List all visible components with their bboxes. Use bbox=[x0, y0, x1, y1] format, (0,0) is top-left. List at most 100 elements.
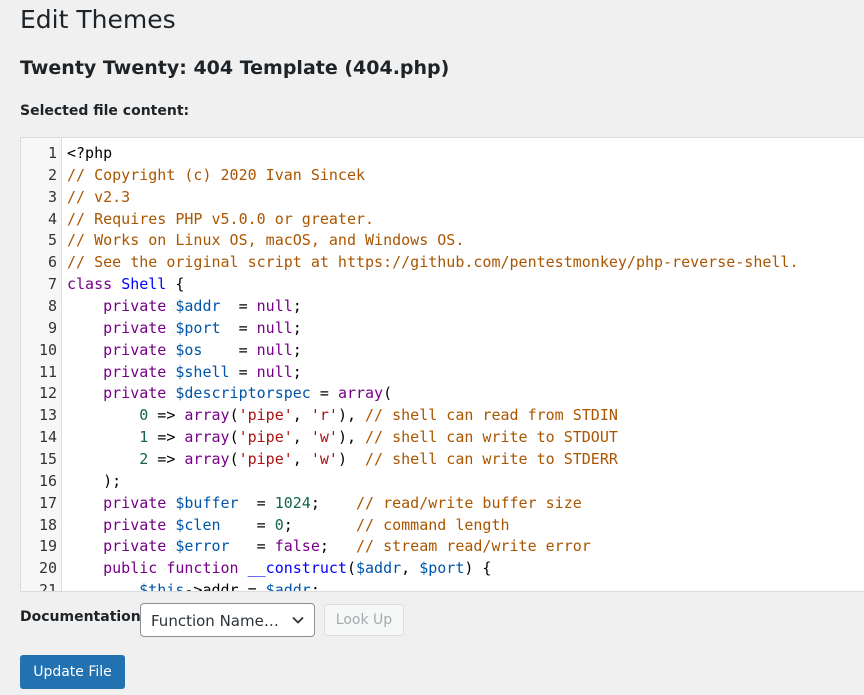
code-token: $shell bbox=[175, 362, 230, 381]
code-line-text: private $buffer = 1024; // read/write bu… bbox=[67, 493, 582, 515]
code-token: // shell can write to STDERR bbox=[365, 450, 618, 469]
code-token: , bbox=[292, 428, 311, 447]
line-number: 10 bbox=[38, 340, 57, 359]
update-file-button[interactable]: Update File bbox=[20, 655, 125, 689]
code-token: $os bbox=[175, 340, 203, 359]
code-token: false bbox=[274, 537, 320, 556]
code-token: ), bbox=[337, 428, 366, 447]
code-lines[interactable]: 1 <?php 2 // Copyright (c) 2020 Ivan Sincek… bbox=[21, 143, 864, 592]
code-line-text: private $clen = 0; // command length bbox=[67, 515, 510, 537]
code-token: $this bbox=[139, 581, 185, 592]
code-line-text: 1 => array('pipe', 'w'), // shell can wr… bbox=[67, 427, 618, 449]
code-token: public bbox=[103, 559, 158, 578]
code-token: => bbox=[148, 428, 185, 447]
code-token: => bbox=[148, 406, 185, 425]
code-line-text: private $port = null; bbox=[67, 318, 302, 340]
code-line-text: private $error = false; // stream read/w… bbox=[67, 536, 591, 558]
code-line[interactable]: 4 // Requires PHP v5.0.0 or greater. bbox=[21, 209, 864, 231]
code-line[interactable]: 11 private $shell = null; bbox=[21, 362, 864, 384]
code-token: ) { bbox=[464, 559, 492, 578]
code-line[interactable]: 9 private $port = null; bbox=[21, 318, 864, 340]
code-line[interactable]: 16 ); bbox=[21, 471, 864, 493]
line-number: 19 bbox=[38, 537, 57, 556]
code-token: $buffer bbox=[175, 493, 239, 512]
code-token: private bbox=[103, 297, 167, 316]
code-token: // shell can read from STDIN bbox=[365, 406, 618, 425]
code-token: null bbox=[256, 297, 293, 316]
code-token: , bbox=[292, 406, 311, 425]
line-number: 3 bbox=[47, 187, 57, 206]
code-token: // Copyright (c) 2020 Ivan Sincek bbox=[67, 165, 366, 184]
code-editor[interactable]: 1 <?php 2 // Copyright (c) 2020 Ivan Sincek… bbox=[20, 137, 864, 592]
code-token: __construct bbox=[247, 559, 347, 578]
code-token: array bbox=[184, 406, 230, 425]
code-token: = bbox=[310, 384, 338, 403]
code-line[interactable]: 1 <?php bbox=[21, 143, 864, 165]
code-line-text: // See the original script at https://gi… bbox=[67, 252, 799, 274]
chevron-down-icon bbox=[292, 616, 304, 624]
code-line-text: $this->addr = $addr; bbox=[67, 580, 320, 592]
code-token: // v2.3 bbox=[67, 187, 131, 206]
code-token: ), bbox=[337, 406, 366, 425]
code-token: // shell can write to STDOUT bbox=[365, 428, 618, 447]
code-token: // read/write buffer size bbox=[356, 493, 582, 512]
code-token: $addr bbox=[356, 559, 402, 578]
code-line[interactable]: 2 // Copyright (c) 2020 Ivan Sincek bbox=[21, 165, 864, 187]
function-name-select[interactable]: Function Name… bbox=[140, 603, 315, 637]
code-token: = bbox=[202, 340, 257, 359]
code-token: function bbox=[166, 559, 239, 578]
look-up-button[interactable]: Look Up bbox=[324, 604, 404, 636]
code-line[interactable]: 17 private $buffer = 1024; // read/write… bbox=[21, 493, 864, 515]
line-number: 13 bbox=[38, 406, 57, 425]
line-number: 15 bbox=[38, 450, 57, 469]
code-token: Shell bbox=[121, 275, 167, 294]
code-token: null bbox=[256, 340, 293, 359]
code-line-text: public function __construct($addr, $port… bbox=[67, 558, 491, 580]
code-line[interactable]: 19 private $error = false; // stream rea… bbox=[21, 536, 864, 558]
code-token: 'pipe' bbox=[238, 406, 293, 425]
code-token: // command length bbox=[356, 515, 510, 534]
line-number: 14 bbox=[38, 428, 57, 447]
code-token: ; bbox=[310, 493, 356, 512]
code-token: $error bbox=[175, 537, 230, 556]
code-line[interactable]: 3 // v2.3 bbox=[21, 187, 864, 209]
code-line-text: private $shell = null; bbox=[67, 362, 302, 384]
page-title: Edit Themes bbox=[20, 5, 176, 34]
code-line[interactable]: 5 // Works on Linux OS, macOS, and Window… bbox=[21, 230, 864, 252]
code-line[interactable]: 7 class Shell { bbox=[21, 274, 864, 296]
code-token: 0 bbox=[139, 406, 149, 425]
code-token: ; bbox=[292, 318, 302, 337]
code-line[interactable]: 6 // See the original script at https://g… bbox=[21, 252, 864, 274]
code-token: = bbox=[220, 318, 257, 337]
line-number: 18 bbox=[38, 515, 57, 534]
code-line[interactable]: 14 1 => array('pipe', 'w'), // shell can… bbox=[21, 427, 864, 449]
code-token: => bbox=[148, 450, 185, 469]
code-line[interactable]: 8 private $addr = null; bbox=[21, 296, 864, 318]
line-number: 5 bbox=[47, 231, 57, 250]
code-line[interactable]: 20 public function __construct($addr, $p… bbox=[21, 558, 864, 580]
code-token: 'pipe' bbox=[238, 428, 293, 447]
code-line[interactable]: 15 2 => array('pipe', 'w') // shell can … bbox=[21, 449, 864, 471]
code-token: ( bbox=[229, 450, 239, 469]
code-line[interactable]: 10 private $os = null; bbox=[21, 340, 864, 362]
code-token: array bbox=[184, 428, 230, 447]
code-token: array bbox=[184, 450, 230, 469]
code-line-text: ); bbox=[67, 471, 121, 493]
code-token: ( bbox=[346, 559, 356, 578]
code-line-text: <?php bbox=[67, 143, 112, 165]
code-line-text: // v2.3 bbox=[67, 187, 130, 209]
code-line[interactable]: 12 private $descriptorspec = array( bbox=[21, 383, 864, 405]
code-line[interactable]: 13 0 => array('pipe', 'r'), // shell can… bbox=[21, 405, 864, 427]
code-line[interactable]: 18 private $clen = 0; // command length bbox=[21, 515, 864, 537]
code-token: // See the original script at https://gi… bbox=[67, 253, 799, 272]
file-title: Twenty Twenty: 404 Template (404.php) bbox=[20, 57, 450, 79]
code-token: $port bbox=[175, 318, 221, 337]
code-line[interactable]: 21 $this->addr = $addr; bbox=[21, 580, 864, 592]
code-token: private bbox=[103, 515, 167, 534]
selected-file-content-label: Selected file content: bbox=[20, 103, 190, 119]
